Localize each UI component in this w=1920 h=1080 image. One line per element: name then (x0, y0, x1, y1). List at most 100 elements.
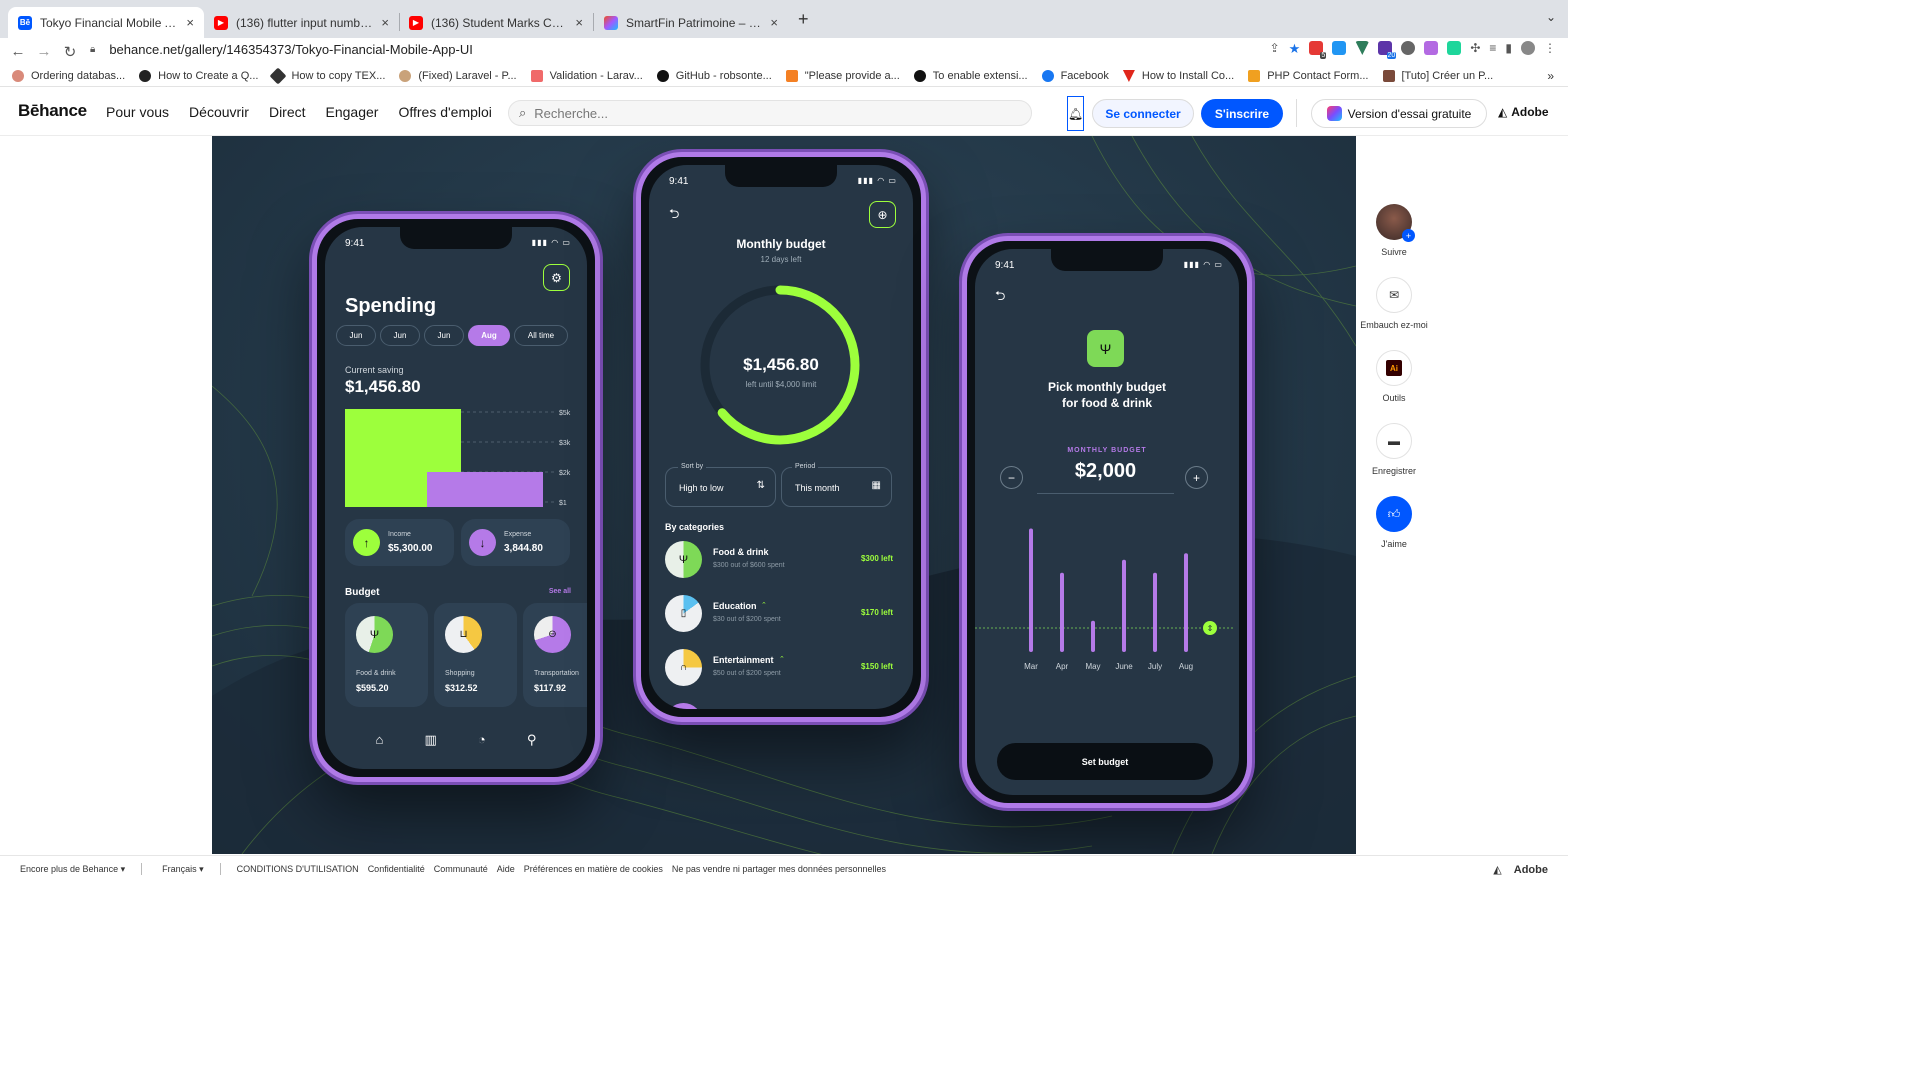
bookmark-item[interactable]: Validation - Larav... (530, 70, 643, 82)
behance-logo[interactable]: Bēhance (18, 101, 87, 121)
avatar[interactable]: + (1376, 204, 1415, 242)
url-field[interactable]: 🔒︎ behance.net/gallery/146354373/Tokyo-F… (90, 38, 1250, 60)
gauge-icon[interactable]: ◔ (478, 732, 486, 748)
bookmark-item[interactable]: Ordering databas... (12, 70, 125, 82)
folder-icon[interactable]: ▬ (1376, 423, 1412, 459)
month-chip[interactable]: Jun (336, 325, 376, 346)
nav-offres-emploi[interactable]: Offres d'emploi (398, 104, 491, 120)
budget-card-food[interactable]: Ψ Food & drink $595.20 (345, 603, 428, 707)
nav-pour-vous[interactable]: Pour vous (106, 104, 169, 120)
nav-engager[interactable]: Engager (326, 104, 379, 120)
language-select[interactable]: Français ▾ (162, 864, 204, 875)
envelope-icon[interactable]: ✉ (1376, 277, 1412, 313)
bookmark-item[interactable]: How to Install Co... (1122, 70, 1234, 82)
bookmark-item[interactable]: Facebook (1041, 70, 1109, 82)
month-chip-active[interactable]: Aug (468, 325, 510, 346)
tab-youtube-2[interactable]: ▶ (136) Student Marks Calculatio × (399, 7, 593, 38)
bookmark-item[interactable]: How to Create a Q... (139, 70, 258, 82)
settings-gear-icon[interactable]: ⚙ (543, 264, 570, 291)
reload-icon[interactable]: ↻ (58, 43, 82, 61)
extension-icon[interactable] (1332, 41, 1347, 55)
bell-icon[interactable]: 🔔︎ (1067, 96, 1084, 131)
close-icon[interactable]: × (186, 15, 194, 30)
budget-card-transport[interactable]: ⊖ Transportation $117.92 (523, 603, 587, 707)
add-icon[interactable]: ⊕ (869, 201, 896, 228)
thumbs-up-icon[interactable]: 👍︎ (1376, 496, 1412, 532)
set-budget-button[interactable]: Set budget (997, 743, 1213, 780)
nav-decouvrir[interactable]: Découvrir (189, 104, 249, 120)
period-dropdown[interactable]: Period This month ▦ (781, 463, 892, 507)
category-row-food[interactable]: Ψ Food & drink $300 out of $600 spent $3… (665, 541, 893, 581)
do-not-sell-link[interactable]: Ne pas vendre ni partager mes données pe… (672, 864, 886, 874)
free-trial-button[interactable]: Version d'essai gratuite (1311, 99, 1487, 128)
see-all-link[interactable]: See all (549, 588, 571, 595)
share-icon[interactable]: ⇪ (1270, 41, 1280, 57)
bookmark-item[interactable]: To enable extensi... (913, 70, 1028, 82)
signup-button[interactable]: S'inscrire (1201, 99, 1283, 128)
bookmarks-overflow-icon[interactable]: » (1547, 69, 1554, 83)
back-icon[interactable]: ← (6, 43, 30, 60)
community-link[interactable]: Communauté (434, 864, 488, 874)
reading-list-icon[interactable]: ≡ (1489, 41, 1496, 57)
home-icon[interactable]: ⌂ (376, 732, 384, 748)
category-row-education[interactable]: ▯ Education ⌃ $30 out of $200 spent $170… (665, 595, 893, 635)
extension-icon[interactable]: 5 (1309, 41, 1327, 59)
chevron-down-icon[interactable]: ⌄ (1546, 10, 1556, 24)
budget-card-shopping[interactable]: ⊔ Shopping $312.52 (434, 603, 517, 707)
month-chip[interactable]: Jun (424, 325, 464, 346)
nav-direct[interactable]: Direct (269, 104, 306, 120)
puzzle-icon[interactable]: ✣ (1470, 41, 1480, 57)
save-item[interactable]: ▬ Enregistrer (1360, 423, 1428, 476)
bookmark-item[interactable]: "Please provide a... (785, 70, 900, 82)
budget-amount-input[interactable]: $2,000 (1037, 460, 1174, 494)
back-arrow-icon[interactable]: ⮌ (669, 205, 679, 227)
month-chip[interactable]: All time (514, 325, 568, 346)
more-behance-link[interactable]: Encore plus de Behance ▾ (20, 864, 125, 875)
like-item[interactable]: 👍︎ J'aime (1360, 496, 1428, 549)
cookie-preferences-link[interactable]: Préférences en matière de cookies (524, 864, 663, 874)
bookmark-item[interactable]: How to copy TEX... (269, 67, 385, 85)
bookmark-item[interactable]: [Tuto] Créer un P... (1382, 70, 1493, 82)
adobe-logo[interactable]: ◭ Adobe (1498, 105, 1549, 119)
decrease-button[interactable]: − (1000, 466, 1023, 489)
bookmark-item[interactable]: PHP Contact Form... (1248, 70, 1369, 82)
footer-divider (219, 863, 221, 875)
profile-icon[interactable]: ⚲ (527, 732, 537, 748)
profile-avatar[interactable] (1521, 41, 1535, 55)
forward-icon[interactable]: → (32, 43, 56, 60)
extension-icon[interactable] (1401, 41, 1416, 55)
search-input[interactable]: ⌕ Recherche... (508, 100, 1032, 126)
illustrator-logo: Ai (1386, 360, 1402, 376)
tools-item[interactable]: Ai Outils (1360, 350, 1428, 403)
side-panel-icon[interactable]: ▮ (1505, 41, 1512, 57)
close-icon[interactable]: × (770, 15, 778, 30)
hire-item[interactable]: ✉ Embauch ez-moi (1360, 277, 1428, 330)
close-icon[interactable]: × (381, 15, 389, 30)
illustrator-icon[interactable]: Ai (1376, 350, 1412, 386)
increase-button[interactable]: + (1185, 466, 1208, 489)
sort-dropdown[interactable]: Sort by High to low ⇅ (665, 463, 776, 507)
bookmark-star-icon[interactable]: ★ (1289, 41, 1301, 57)
vue-devtools-icon[interactable] (1355, 41, 1370, 55)
extension-icon[interactable] (1424, 41, 1439, 55)
month-chip[interactable]: Jun (380, 325, 420, 346)
kebab-menu-icon[interactable]: ⋮ (1544, 41, 1556, 57)
bookmark-item[interactable]: GitHub - robsonte... (656, 70, 772, 82)
new-tab-button[interactable]: + (798, 9, 809, 30)
extension-icon[interactable] (1447, 41, 1462, 55)
bookmark-item[interactable]: (Fixed) Laravel - P... (399, 70, 517, 82)
privacy-link[interactable]: Confidentialité (368, 864, 425, 874)
follow-item[interactable]: + Suivre (1360, 204, 1428, 257)
adobe-footer-logo[interactable]: ◭ Adobe (1493, 863, 1548, 876)
close-icon[interactable]: × (575, 15, 583, 30)
back-arrow-icon[interactable]: ⮌ (995, 287, 1005, 309)
tab-behance[interactable]: Bē Tokyo Financial Mobile App UI × (8, 7, 204, 38)
terms-link[interactable]: CONDITIONS D'UTILISATION (237, 864, 359, 874)
stats-icon[interactable]: ▥ (425, 732, 437, 748)
tab-youtube-1[interactable]: ▶ (136) flutter input number desi × (204, 7, 399, 38)
category-row-entertainment[interactable]: ∩ Entertainment ⌃ $50 out of $200 spent … (665, 649, 893, 689)
tab-figma[interactable]: SmartFin Patrimoine – Figma × (594, 7, 788, 38)
login-button[interactable]: Se connecter (1092, 99, 1194, 128)
extension-icon[interactable]: 20 (1378, 41, 1397, 59)
help-link[interactable]: Aide (497, 864, 515, 874)
